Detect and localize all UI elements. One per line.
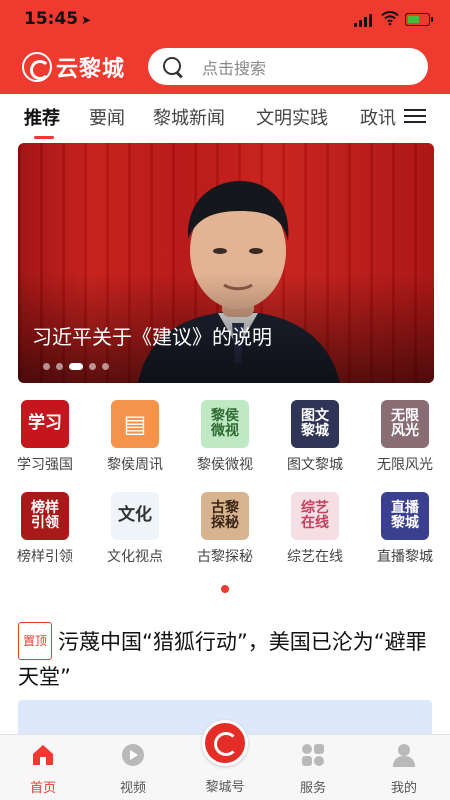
grid-icon-text: 黎侯微视 xyxy=(211,408,239,439)
banner-carousel[interactable]: 习近平关于《建议》的说明 xyxy=(18,143,434,383)
grid-page-indicator xyxy=(221,585,229,593)
grid-item[interactable]: 文化 文化视点 xyxy=(90,492,180,566)
tab-government-news[interactable]: 政讯 xyxy=(360,104,396,130)
home-icon xyxy=(33,745,53,765)
wifi-icon xyxy=(381,11,399,26)
newspaper-icon: ▤ xyxy=(111,400,159,448)
status-time-text: 15:45 xyxy=(24,9,79,29)
grid-item[interactable]: 古黎探秘 古黎探秘 xyxy=(180,492,270,566)
grid-label: 无限风光 xyxy=(377,457,433,473)
tab-recommend[interactable]: 推荐 xyxy=(24,104,60,130)
grid-item[interactable]: ▤ 黎侯周讯 xyxy=(90,400,180,474)
grid-icon-text: 学习 xyxy=(28,413,62,434)
grid-label: 黎侯周讯 xyxy=(107,457,163,473)
grid-label: 榜样引领 xyxy=(17,549,73,565)
grid-item[interactable]: 直播黎城 直播黎城 xyxy=(360,492,450,566)
news-item[interactable]: 置顶 污蔑中国“猎狐行动”，美国已沦为“避罪天堂” xyxy=(18,622,432,694)
status-time: 15:45 ➤ xyxy=(24,9,91,29)
grid-label: 古黎探秘 xyxy=(197,549,253,565)
nav-home[interactable]: 首页 xyxy=(3,742,83,796)
lihou-weishi-icon: 黎侯微视 xyxy=(201,400,249,448)
search-bar[interactable]: 点击搜索 xyxy=(148,48,428,85)
search-placeholder: 点击搜索 xyxy=(202,58,267,78)
nav-services[interactable]: 服务 xyxy=(273,742,353,796)
tab-licheng-news[interactable]: 黎城新闻 xyxy=(153,104,225,130)
video-play-icon xyxy=(122,744,144,766)
grid-icon-text: 综艺在线 xyxy=(301,500,329,531)
category-tabs: 推荐 要闻 黎城新闻 文明实践 政讯 xyxy=(0,94,450,140)
nav-services-label: 服务 xyxy=(299,781,326,796)
bangyang-yinling-icon: 榜样引领 xyxy=(21,492,69,540)
logo-text: 云黎城 xyxy=(56,56,126,82)
nav-profile-label: 我的 xyxy=(390,781,417,796)
status-bar: 15:45 ➤ xyxy=(0,0,450,40)
banner-caption: 习近平关于《建议》的说明 xyxy=(32,325,272,349)
wuxian-fengguang-icon: 无限风光 xyxy=(381,400,429,448)
grid-label: 图文黎城 xyxy=(287,457,343,473)
grid-icon-text: ▤ xyxy=(123,409,147,439)
active-tab-indicator xyxy=(34,136,54,139)
zongyi-zaixian-icon: 综艺在线 xyxy=(291,492,339,540)
search-icon xyxy=(162,56,184,78)
grid-item[interactable]: 榜样引领 榜样引领 xyxy=(0,492,90,566)
grid-icon-text: 榜样引领 xyxy=(31,500,59,531)
yun-licheng-logo-icon xyxy=(22,52,52,82)
grid-label: 综艺在线 xyxy=(287,549,343,565)
grid-label: 直播黎城 xyxy=(377,549,433,565)
battery-icon xyxy=(405,13,433,26)
wenhua-shidian-icon: 文化 xyxy=(111,492,159,540)
zhibo-licheng-icon: 直播黎城 xyxy=(381,492,429,540)
grid-icon-text: 无限风光 xyxy=(391,408,419,439)
user-profile-icon xyxy=(393,744,415,767)
nav-licheng-hao-label: 黎城号 xyxy=(205,780,245,795)
grid-icon-text: 直播黎城 xyxy=(391,500,419,531)
grid-icon-text: 图文黎城 xyxy=(301,408,329,439)
grid-label: 黎侯微视 xyxy=(197,457,253,473)
location-arrow-icon: ➤ xyxy=(81,13,92,27)
nav-home-label: 首页 xyxy=(29,781,56,796)
guli-tanmi-icon: 古黎探秘 xyxy=(201,492,249,540)
grid-item[interactable]: 学习 学习强国 xyxy=(0,400,90,474)
carousel-dot[interactable] xyxy=(56,363,63,370)
grid-icon-text: 古黎探秘 xyxy=(211,500,239,531)
menu-icon[interactable] xyxy=(404,107,426,125)
xuexi-qiangguo-icon: 学习 xyxy=(21,400,69,448)
grid-item[interactable]: 综艺在线 综艺在线 xyxy=(270,492,360,566)
nav-profile[interactable]: 我的 xyxy=(364,742,444,796)
grid-item[interactable]: 黎侯微视 黎侯微视 xyxy=(180,400,270,474)
grid-label: 学习强国 xyxy=(17,457,73,473)
pinned-badge: 置顶 xyxy=(18,622,53,660)
cellular-signal-icon xyxy=(354,13,374,27)
carousel-dot[interactable] xyxy=(102,363,109,370)
tab-civilization-practice[interactable]: 文明实践 xyxy=(256,104,328,130)
carousel-indicators xyxy=(43,363,109,370)
carousel-dot[interactable] xyxy=(69,363,83,370)
news-title-line: 置顶 污蔑中国“猎狐行动”，美国已沦为“避罪天堂” xyxy=(18,622,432,694)
services-grid-icon xyxy=(302,744,324,766)
app-logo[interactable]: 云黎城 xyxy=(22,52,125,82)
nav-video-label: 视频 xyxy=(119,781,146,796)
licheng-logo-icon[interactable] xyxy=(202,720,248,766)
grid-item[interactable]: 无限风光 无限风光 xyxy=(360,400,450,474)
news-title: 污蔑中国“猎狐行动”，美国已沦为“避罪天堂” xyxy=(18,630,427,689)
grid-label: 文化视点 xyxy=(107,549,163,565)
nav-video[interactable]: 视频 xyxy=(93,742,173,796)
tuwen-licheng-icon: 图文黎城 xyxy=(291,400,339,448)
carousel-dot[interactable] xyxy=(89,363,96,370)
grid-icon-text: 文化 xyxy=(118,505,152,526)
tab-headlines[interactable]: 要闻 xyxy=(89,104,125,130)
carousel-dot[interactable] xyxy=(43,363,50,370)
grid-item[interactable]: 图文黎城 图文黎城 xyxy=(270,400,360,474)
